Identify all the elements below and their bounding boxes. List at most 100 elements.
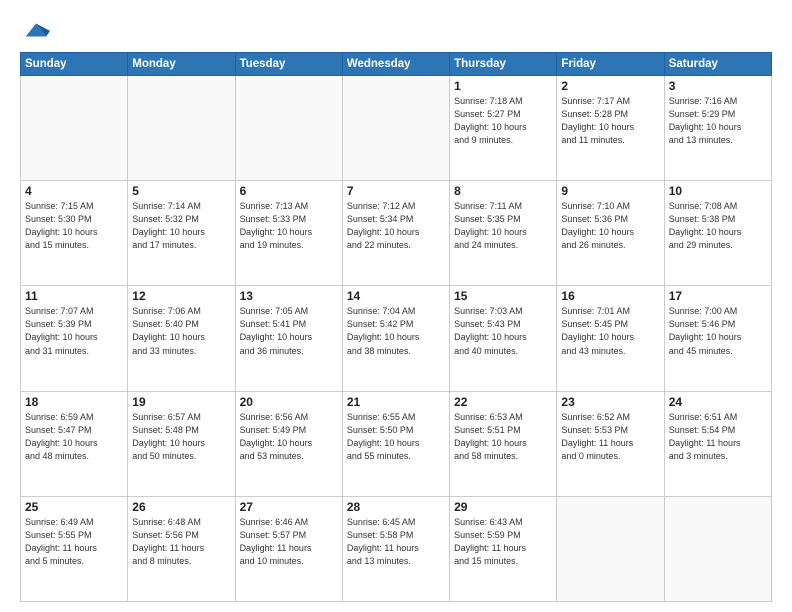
calendar-cell: [235, 76, 342, 181]
header: [20, 16, 772, 44]
calendar-cell: 20Sunrise: 6:56 AM Sunset: 5:49 PM Dayli…: [235, 391, 342, 496]
calendar-week-row: 11 Sunrise: 7:07 AM Sunset: 5:39 PM Dayli…: [21, 286, 772, 391]
day-detail: Sunrise: 7:05 AM Sunset: 5:41 PM Dayligh…: [240, 305, 338, 357]
calendar-cell: 15 Sunrise: 7:03 AM Sunset: 5:43 PM Dayli…: [450, 286, 557, 391]
day-detail: Sunrise: 7:16 AM Sunset: 5:29 PM Dayligh…: [669, 95, 767, 147]
day-number: 15: [454, 289, 552, 303]
calendar-cell: 19 Sunrise: 6:57 AM Sunset: 5:48 PM Dayli…: [128, 391, 235, 496]
page: SundayMondayTuesdayWednesdayThursdayFrid…: [0, 0, 792, 612]
day-number: 28: [347, 500, 445, 514]
day-number: 11: [25, 289, 123, 303]
day-number: 18: [25, 395, 123, 409]
day-detail: Sunrise: 7:04 AM Sunset: 5:42 PM Dayligh…: [347, 305, 445, 357]
calendar-cell: 22 Sunrise: 6:53 AM Sunset: 5:51 PM Dayli…: [450, 391, 557, 496]
day-number: 22: [454, 395, 552, 409]
calendar-header-row: SundayMondayTuesdayWednesdayThursdayFrid…: [21, 53, 772, 76]
calendar-cell: 6 Sunrise: 7:13 AM Sunset: 5:33 PM Daylig…: [235, 181, 342, 286]
day-detail: Sunrise: 6:43 AM Sunset: 5:59 PM Dayligh…: [454, 516, 552, 568]
calendar-cell: 11 Sunrise: 7:07 AM Sunset: 5:39 PM Dayli…: [21, 286, 128, 391]
day-number: 10: [669, 184, 767, 198]
day-detail: Sunrise: 6:49 AM Sunset: 5:55 PM Dayligh…: [25, 516, 123, 568]
day-detail: Sunrise: 6:46 AM Sunset: 5:57 PM Dayligh…: [240, 516, 338, 568]
day-detail: Sunrise: 6:56 AM Sunset: 5:49 PM Dayligh…: [240, 411, 338, 463]
day-number: 17: [669, 289, 767, 303]
weekday-header: Sunday: [21, 53, 128, 76]
calendar-cell: [557, 496, 664, 601]
day-number: 26: [132, 500, 230, 514]
calendar-cell: 9 Sunrise: 7:10 AM Sunset: 5:36 PM Daylig…: [557, 181, 664, 286]
calendar-cell: 13Sunrise: 7:05 AM Sunset: 5:41 PM Dayli…: [235, 286, 342, 391]
day-number: 9: [561, 184, 659, 198]
calendar-table: SundayMondayTuesdayWednesdayThursdayFrid…: [20, 52, 772, 602]
day-detail: Sunrise: 7:10 AM Sunset: 5:36 PM Dayligh…: [561, 200, 659, 252]
day-detail: Sunrise: 7:18 AM Sunset: 5:27 PM Dayligh…: [454, 95, 552, 147]
day-number: 24: [669, 395, 767, 409]
day-detail: Sunrise: 7:11 AM Sunset: 5:35 PM Dayligh…: [454, 200, 552, 252]
calendar-cell: 24 Sunrise: 6:51 AM Sunset: 5:54 PM Dayli…: [664, 391, 771, 496]
calendar-cell: 4 Sunrise: 7:15 AM Sunset: 5:30 PM Daylig…: [21, 181, 128, 286]
weekday-header: Friday: [557, 53, 664, 76]
day-detail: Sunrise: 7:08 AM Sunset: 5:38 PM Dayligh…: [669, 200, 767, 252]
weekday-header: Wednesday: [342, 53, 449, 76]
calendar-cell: 28 Sunrise: 6:45 AM Sunset: 5:58 PM Dayli…: [342, 496, 449, 601]
day-detail: Sunrise: 6:57 AM Sunset: 5:48 PM Dayligh…: [132, 411, 230, 463]
day-number: 14: [347, 289, 445, 303]
day-detail: Sunrise: 6:52 AM Sunset: 5:53 PM Dayligh…: [561, 411, 659, 463]
day-number: 19: [132, 395, 230, 409]
day-number: 1: [454, 79, 552, 93]
calendar-cell: 14 Sunrise: 7:04 AM Sunset: 5:42 PM Dayli…: [342, 286, 449, 391]
day-number: 16: [561, 289, 659, 303]
calendar-cell: 26 Sunrise: 6:48 AM Sunset: 5:56 PM Dayli…: [128, 496, 235, 601]
day-detail: Sunrise: 6:59 AM Sunset: 5:47 PM Dayligh…: [25, 411, 123, 463]
weekday-header: Tuesday: [235, 53, 342, 76]
day-number: 4: [25, 184, 123, 198]
calendar-cell: [128, 76, 235, 181]
day-detail: Sunrise: 6:51 AM Sunset: 5:54 PM Dayligh…: [669, 411, 767, 463]
day-number: 2: [561, 79, 659, 93]
calendar-cell: 3 Sunrise: 7:16 AM Sunset: 5:29 PM Daylig…: [664, 76, 771, 181]
calendar-cell: 27Sunrise: 6:46 AM Sunset: 5:57 PM Dayli…: [235, 496, 342, 601]
calendar-cell: 2 Sunrise: 7:17 AM Sunset: 5:28 PM Daylig…: [557, 76, 664, 181]
day-number: 25: [25, 500, 123, 514]
calendar-cell: 29 Sunrise: 6:43 AM Sunset: 5:59 PM Dayli…: [450, 496, 557, 601]
weekday-header: Saturday: [664, 53, 771, 76]
calendar-cell: 25 Sunrise: 6:49 AM Sunset: 5:55 PM Dayli…: [21, 496, 128, 601]
calendar-cell: 21 Sunrise: 6:55 AM Sunset: 5:50 PM Dayli…: [342, 391, 449, 496]
calendar-week-row: 4 Sunrise: 7:15 AM Sunset: 5:30 PM Daylig…: [21, 181, 772, 286]
day-detail: Sunrise: 7:12 AM Sunset: 5:34 PM Dayligh…: [347, 200, 445, 252]
weekday-header: Monday: [128, 53, 235, 76]
day-number: 7: [347, 184, 445, 198]
day-detail: Sunrise: 7:15 AM Sunset: 5:30 PM Dayligh…: [25, 200, 123, 252]
day-number: 5: [132, 184, 230, 198]
calendar-cell: 5Sunrise: 7:14 AM Sunset: 5:32 PM Daylig…: [128, 181, 235, 286]
calendar-week-row: 25 Sunrise: 6:49 AM Sunset: 5:55 PM Dayli…: [21, 496, 772, 601]
day-detail: Sunrise: 7:17 AM Sunset: 5:28 PM Dayligh…: [561, 95, 659, 147]
day-number: 3: [669, 79, 767, 93]
calendar-cell: 12 Sunrise: 7:06 AM Sunset: 5:40 PM Dayli…: [128, 286, 235, 391]
day-number: 29: [454, 500, 552, 514]
day-detail: Sunrise: 7:06 AM Sunset: 5:40 PM Dayligh…: [132, 305, 230, 357]
weekday-header: Thursday: [450, 53, 557, 76]
day-number: 8: [454, 184, 552, 198]
day-detail: Sunrise: 6:55 AM Sunset: 5:50 PM Dayligh…: [347, 411, 445, 463]
calendar-week-row: 18 Sunrise: 6:59 AM Sunset: 5:47 PM Dayli…: [21, 391, 772, 496]
calendar-cell: [342, 76, 449, 181]
calendar-cell: 1 Sunrise: 7:18 AM Sunset: 5:27 PM Daylig…: [450, 76, 557, 181]
day-detail: Sunrise: 6:48 AM Sunset: 5:56 PM Dayligh…: [132, 516, 230, 568]
calendar-cell: 17 Sunrise: 7:00 AM Sunset: 5:46 PM Dayli…: [664, 286, 771, 391]
day-detail: Sunrise: 7:00 AM Sunset: 5:46 PM Dayligh…: [669, 305, 767, 357]
calendar-week-row: 1 Sunrise: 7:18 AM Sunset: 5:27 PM Daylig…: [21, 76, 772, 181]
day-number: 12: [132, 289, 230, 303]
day-detail: Sunrise: 6:45 AM Sunset: 5:58 PM Dayligh…: [347, 516, 445, 568]
day-detail: Sunrise: 7:07 AM Sunset: 5:39 PM Dayligh…: [25, 305, 123, 357]
day-number: 6: [240, 184, 338, 198]
calendar-cell: 23Sunrise: 6:52 AM Sunset: 5:53 PM Dayli…: [557, 391, 664, 496]
calendar-cell: [21, 76, 128, 181]
calendar-cell: [664, 496, 771, 601]
calendar-cell: 10 Sunrise: 7:08 AM Sunset: 5:38 PM Dayli…: [664, 181, 771, 286]
day-number: 21: [347, 395, 445, 409]
calendar-cell: 8 Sunrise: 7:11 AM Sunset: 5:35 PM Daylig…: [450, 181, 557, 286]
day-detail: Sunrise: 7:03 AM Sunset: 5:43 PM Dayligh…: [454, 305, 552, 357]
day-detail: Sunrise: 7:13 AM Sunset: 5:33 PM Dayligh…: [240, 200, 338, 252]
day-detail: Sunrise: 6:53 AM Sunset: 5:51 PM Dayligh…: [454, 411, 552, 463]
